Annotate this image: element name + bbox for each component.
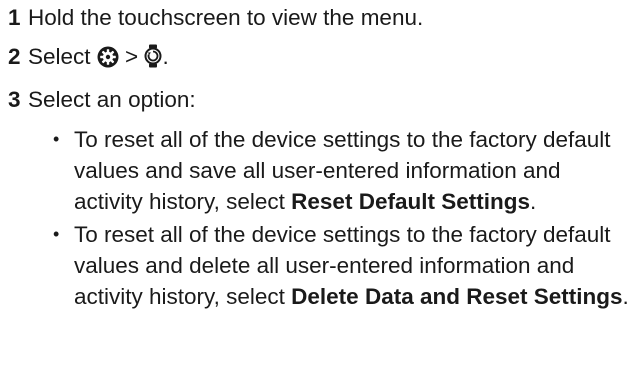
list-item: • To reset all of the device settings to… xyxy=(50,219,635,312)
list-item: • To reset all of the device settings to… xyxy=(50,124,635,217)
option-list: • To reset all of the device settings to… xyxy=(50,124,635,314)
path-separator: > xyxy=(118,44,145,69)
step-number: 3 xyxy=(8,87,21,112)
step-text-before: Select xyxy=(28,44,97,69)
settings-gear-icon xyxy=(97,45,119,76)
step-text: Hold the touchscreen to view the menu. xyxy=(28,5,424,30)
option-setting-name: Delete Data and Reset Settings xyxy=(291,284,623,309)
bullet-icon: • xyxy=(53,224,60,244)
step-text: Select an option: xyxy=(28,87,196,112)
option-text-end: . xyxy=(622,284,629,309)
step-number: 1 xyxy=(8,5,21,30)
step-text-after: . xyxy=(162,44,169,69)
bullet-icon: • xyxy=(53,129,60,149)
step-2: 2 Select > . xyxy=(8,41,169,76)
step-number: 2 xyxy=(8,44,21,69)
watch-icon xyxy=(144,44,162,76)
step-3: 3 Select an option: xyxy=(8,84,196,115)
instructions-page: 1 Hold the touchscreen to view the menu. … xyxy=(0,0,635,372)
step-1: 1 Hold the touchscreen to view the menu. xyxy=(8,2,423,33)
option-text-end: . xyxy=(529,189,537,214)
option-setting-name: Reset Default Settings xyxy=(291,189,530,214)
